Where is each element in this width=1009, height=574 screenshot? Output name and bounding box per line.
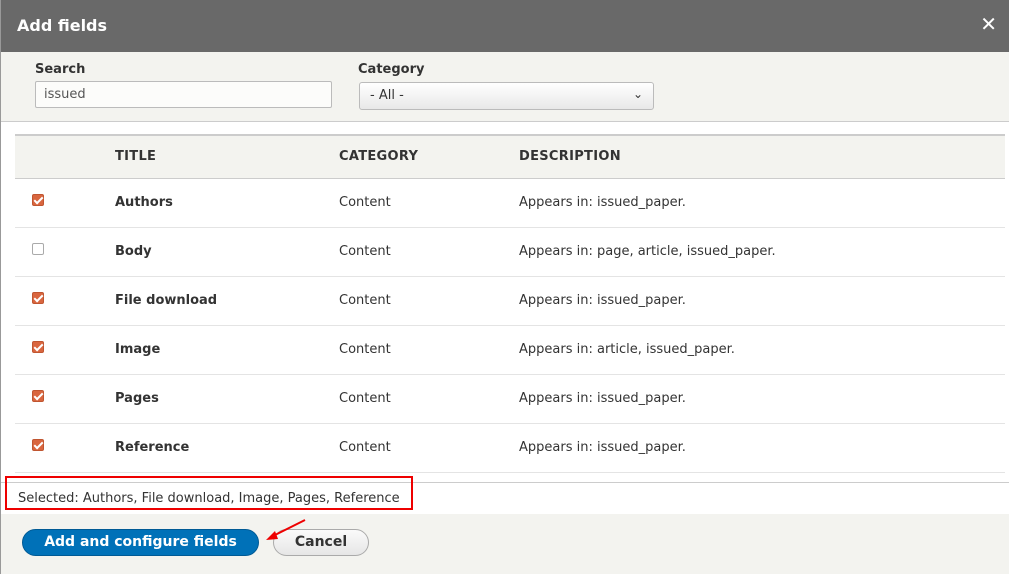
row-select-cell <box>15 276 115 326</box>
table-row: Pages Content Appears in: issued_paper. <box>15 374 1005 424</box>
table-row: Body Content Appears in: page, article, … <box>15 227 1005 277</box>
filters: Search Category - All - ⌄ <box>1 52 1009 122</box>
dialog-titlebar: Add fields ✕ <box>1 0 1009 52</box>
category-select[interactable]: - All - ⌄ <box>359 82 654 110</box>
row-select-cell <box>15 423 115 473</box>
add-and-configure-button[interactable]: Add and configure fields <box>22 529 259 556</box>
row-select-cell <box>15 227 115 277</box>
table-row: Reference Content Appears in: issued_pap… <box>15 423 1005 473</box>
table-row: Image Content Appears in: article, issue… <box>15 325 1005 375</box>
row-category: Content <box>339 423 519 473</box>
header-select <box>15 134 115 179</box>
row-title: File download <box>115 276 339 326</box>
row-title: Pages <box>115 374 339 424</box>
add-fields-dialog: Add fields ✕ Search Category - All - ⌄ T… <box>0 0 1009 574</box>
row-category: Content <box>339 374 519 424</box>
dialog-footer: Add and configure fields Cancel <box>1 514 1009 574</box>
row-category: Content <box>339 276 519 326</box>
table-row: File download Content Appears in: issued… <box>15 276 1005 326</box>
row-description: Appears in: issued_paper. <box>519 374 1005 424</box>
row-checkbox[interactable] <box>32 242 44 255</box>
row-category: Content <box>339 227 519 277</box>
header-category: CATEGORY <box>339 134 519 179</box>
row-checkbox[interactable] <box>32 389 44 402</box>
highlight-box <box>5 476 413 510</box>
row-category: Content <box>339 325 519 375</box>
category-label: Category <box>358 62 425 77</box>
row-checkbox[interactable] <box>32 193 44 206</box>
search-input[interactable] <box>35 81 332 108</box>
row-description: Appears in: page, article, issued_paper. <box>519 227 1005 277</box>
row-checkbox[interactable] <box>32 340 44 353</box>
dialog-title: Add fields <box>17 16 108 35</box>
row-select-cell <box>15 178 115 228</box>
row-title: Body <box>115 227 339 277</box>
row-description: Appears in: issued_paper. <box>519 276 1005 326</box>
table-row: Authors Content Appears in: issued_paper… <box>15 178 1005 228</box>
row-title: Image <box>115 325 339 375</box>
close-icon[interactable]: ✕ <box>980 12 997 36</box>
row-category: Content <box>339 178 519 228</box>
red-arrow-annotation <box>266 519 306 540</box>
row-select-cell <box>15 325 115 375</box>
row-title: Reference <box>115 423 339 473</box>
header-title: TITLE <box>115 134 339 179</box>
row-checkbox[interactable] <box>32 438 44 451</box>
search-label: Search <box>35 62 86 77</box>
row-description: Appears in: issued_paper. <box>519 423 1005 473</box>
row-checkbox[interactable] <box>32 291 44 304</box>
category-value: - All - <box>370 88 404 103</box>
chevron-down-icon: ⌄ <box>632 87 643 101</box>
row-title: Authors <box>115 178 339 228</box>
row-description: Appears in: issued_paper. <box>519 178 1005 228</box>
header-description: DESCRIPTION <box>519 134 1005 179</box>
fields-table: TITLE CATEGORY DESCRIPTION Authors Conte… <box>15 134 1005 473</box>
row-description: Appears in: article, issued_paper. <box>519 325 1005 375</box>
row-select-cell <box>15 374 115 424</box>
